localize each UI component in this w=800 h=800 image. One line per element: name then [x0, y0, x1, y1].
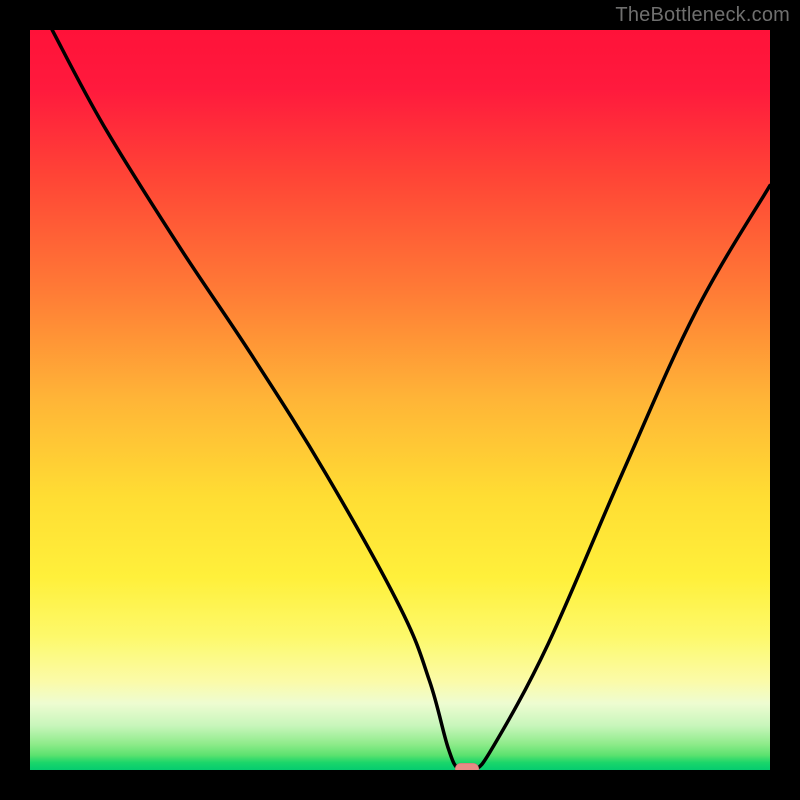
curve-svg [30, 30, 770, 770]
plot-area [30, 30, 770, 770]
nadir-marker [455, 763, 479, 770]
attribution-text: TheBottleneck.com [615, 4, 790, 27]
bottleneck-curve [52, 30, 770, 770]
